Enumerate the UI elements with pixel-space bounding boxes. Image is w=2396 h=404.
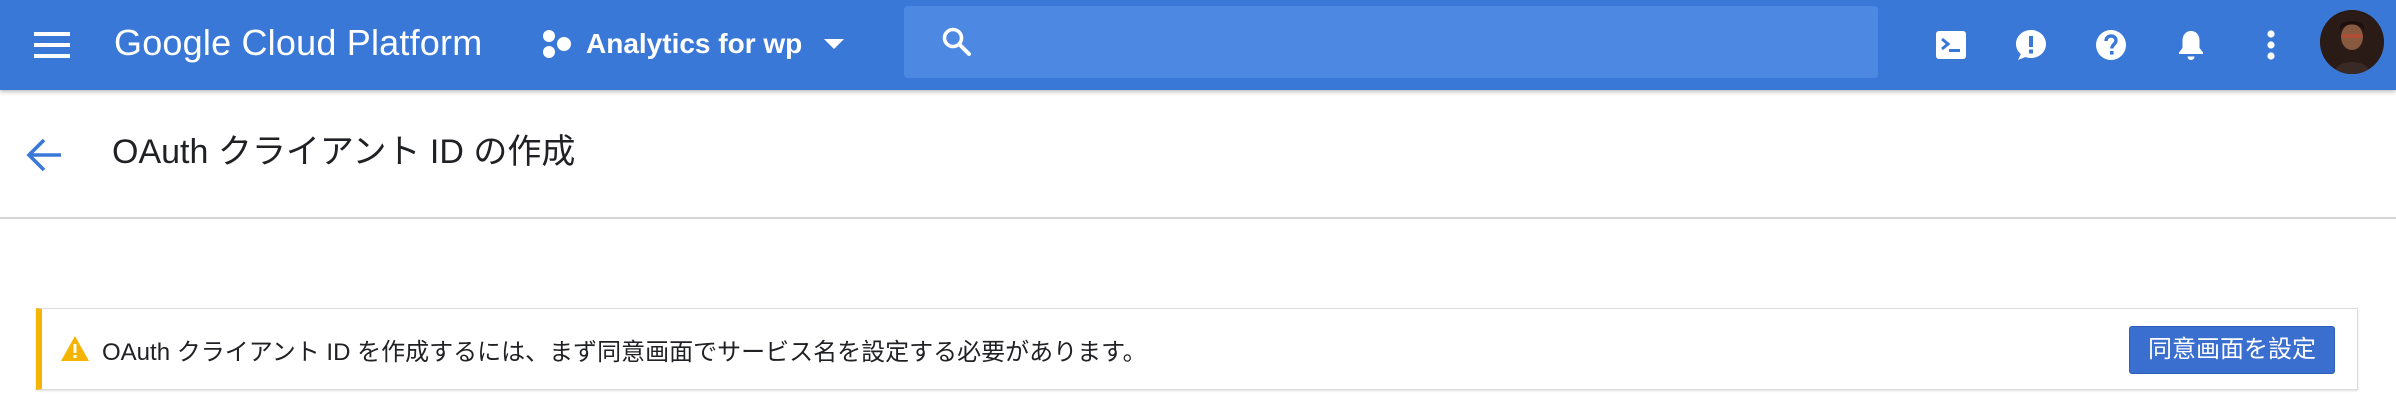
top-app-bar: Google Cloud Platform Analytics for wp [0, 0, 2396, 90]
project-icon [543, 30, 571, 58]
arrow-back-icon[interactable] [20, 131, 68, 179]
brand-title[interactable]: Google Cloud Platform [114, 20, 482, 66]
page-header: OAuth クライアント ID の作成 [0, 90, 2396, 219]
warning-message: OAuth クライアント ID を作成するには、まず同意画面でサービス名を設定す… [102, 338, 1147, 366]
search-input[interactable] [974, 6, 1878, 78]
menu-icon[interactable] [30, 25, 74, 65]
cloud-shell-icon[interactable] [1928, 22, 1974, 68]
help-icon[interactable] [2088, 22, 2134, 68]
avatar[interactable] [2320, 10, 2384, 74]
warning-banner: OAuth クライアント ID を作成するには、まず同意画面でサービス名を設定す… [36, 308, 2358, 390]
search-icon [942, 27, 971, 56]
project-name: Analytics for wp [586, 28, 803, 59]
configure-consent-screen-button[interactable]: 同意画面を設定 [2129, 326, 2335, 374]
warning-icon [61, 336, 89, 361]
page-title: OAuth クライアント ID の作成 [112, 133, 576, 171]
chevron-down-icon [824, 39, 845, 49]
search-bar[interactable] [904, 6, 1878, 78]
more-vert-icon[interactable] [2248, 22, 2294, 68]
project-selector[interactable]: Analytics for wp [540, 20, 848, 68]
feedback-icon[interactable] [2008, 22, 2054, 68]
notifications-icon[interactable] [2168, 22, 2214, 68]
